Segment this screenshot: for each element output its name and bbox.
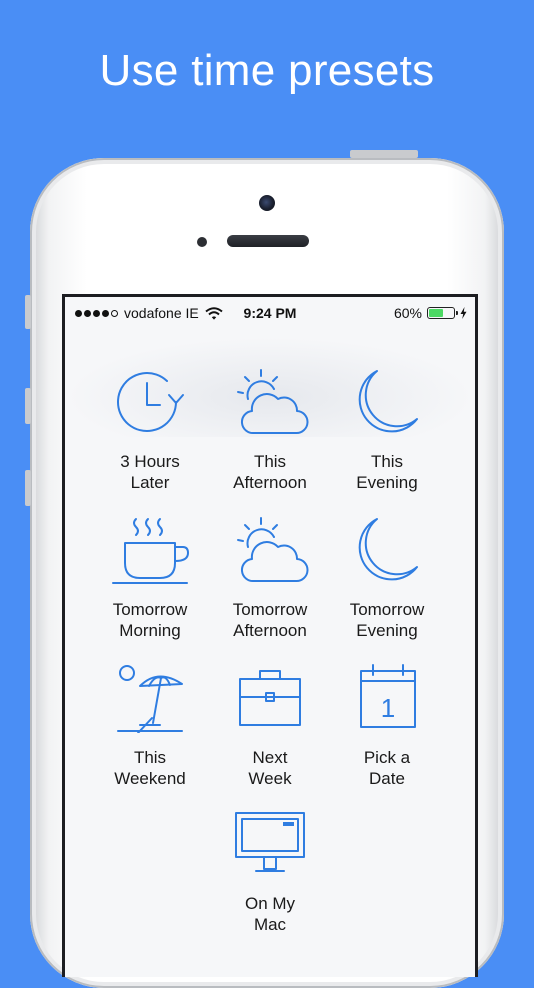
battery-fill	[429, 309, 443, 317]
battery-icon	[427, 307, 458, 319]
phone-power-button	[350, 150, 418, 158]
preset-next-week[interactable]: Next Week	[210, 663, 330, 789]
sun-cloud-icon	[210, 515, 330, 585]
preset-label: On My Mac	[244, 894, 296, 934]
preset-label: Tomorrow Afternoon	[232, 600, 308, 640]
preset-label: 3 Hours Later	[120, 452, 180, 492]
phone-silent-switch	[25, 295, 31, 329]
front-camera	[259, 195, 275, 211]
preset-label: This Afternoon	[233, 452, 307, 492]
moon-icon	[327, 367, 447, 437]
coffee-cup-icon	[90, 515, 210, 585]
phone-volume-up	[25, 388, 31, 424]
preset-on-my-mac[interactable]: On My Mac	[210, 809, 330, 935]
charging-bolt-icon	[460, 307, 467, 319]
preset-tomorrow-evening[interactable]: Tomorrow Evening	[327, 515, 447, 641]
sun-cloud-icon	[210, 367, 330, 437]
phone-screen: vodafone IE 9:24 PM 60% 3 Hours Later Th…	[62, 294, 478, 977]
preset-label: Tomorrow Evening	[349, 600, 425, 640]
battery-percent: 60%	[393, 305, 422, 321]
preset-this-weekend[interactable]: This Weekend	[90, 663, 210, 789]
earpiece-speaker	[227, 235, 309, 247]
moon-icon	[327, 515, 447, 585]
proximity-sensor	[197, 237, 207, 247]
briefcase-icon	[210, 663, 330, 733]
status-bar: vodafone IE 9:24 PM 60%	[65, 297, 475, 327]
phone-volume-down	[25, 470, 31, 506]
preset-label: This Evening	[356, 452, 418, 492]
preset-tomorrow-afternoon[interactable]: Tomorrow Afternoon	[210, 515, 330, 641]
preset-label: This Weekend	[114, 748, 186, 788]
monitor-icon	[210, 809, 330, 879]
calendar-icon: 1	[327, 663, 447, 733]
svg-text:1: 1	[381, 693, 395, 723]
clock-later-icon	[90, 367, 210, 437]
preset-pick-a-date[interactable]: 1 Pick a Date	[327, 663, 447, 789]
preset-label: Tomorrow Morning	[112, 600, 188, 640]
preset-this-afternoon[interactable]: This Afternoon	[210, 367, 330, 493]
headline: Use time presets	[99, 46, 435, 95]
preset-this-evening[interactable]: This Evening	[327, 367, 447, 493]
beach-umbrella-icon	[90, 663, 210, 733]
preset-tomorrow-morning[interactable]: Tomorrow Morning	[90, 515, 210, 641]
preset-label: Next Week	[248, 748, 292, 788]
preset-3-hours-later[interactable]: 3 Hours Later	[90, 367, 210, 493]
preset-label: Pick a Date	[363, 748, 411, 788]
